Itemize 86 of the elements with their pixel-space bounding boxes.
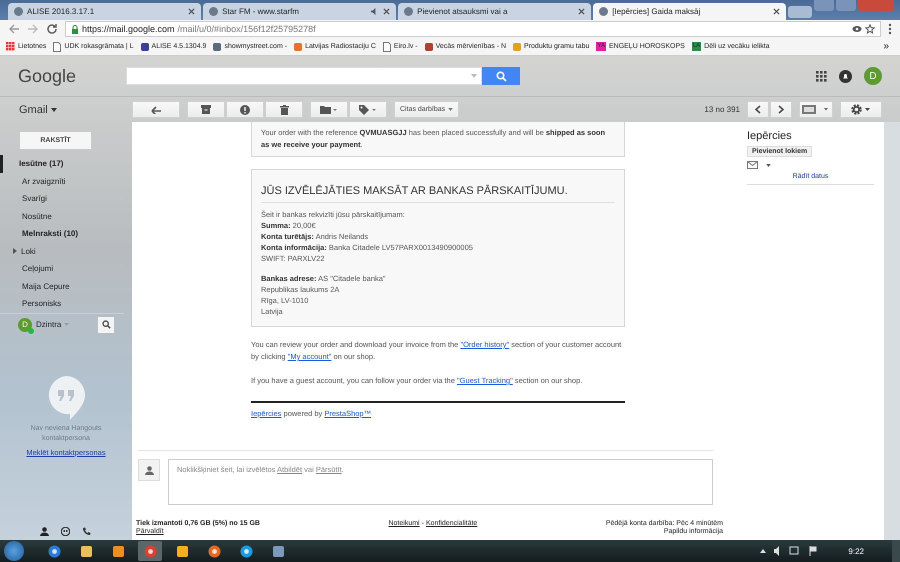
start-button[interactable] [4,541,24,561]
browser-tab[interactable]: ALISE 2016.3.17.1 [8,3,202,20]
star-icon[interactable] [865,24,875,34]
app-icon [176,544,188,558]
search-icon [496,70,506,82]
move-to-button[interactable] [310,101,348,118]
person-icon [144,466,154,474]
apps-grid-icon[interactable] [816,70,827,82]
folder-link[interactable]: Svarīgi [0,190,132,208]
envelope-icon[interactable] [747,161,758,169]
google-logo[interactable]: Google [18,66,114,86]
tag-icon [359,104,377,114]
delete-button[interactable] [265,101,303,118]
folder-link[interactable]: Melnraksti (10) [0,225,132,242]
search-field[interactable] [126,67,482,85]
address-bar[interactable]: https://mail.google.com /mail/u/0/#inbox/156f12f25795278f [65,21,881,37]
caret-icon [50,108,57,112]
settings-button[interactable] [840,101,882,118]
newer-button[interactable] [747,101,769,118]
exclamation-icon [240,104,250,114]
favicon-icon [599,7,608,16]
app-icon [240,544,252,558]
sender-name: Iepērcies [747,130,792,142]
app-icon [48,544,60,558]
search-button[interactable] [482,67,520,85]
labels-button[interactable] [349,101,387,118]
trash-icon [280,104,288,114]
archive-icon [201,105,211,114]
browser-tab[interactable]: [Iepērcies] Gaida maksāj [593,3,786,20]
back-icon[interactable] [8,23,20,35]
folder-link[interactable]: Personisks [0,295,132,312]
gmail-menu-button[interactable]: Gmail [19,104,125,116]
folder-icon [320,105,338,114]
bank-transfer-heading: JŪS IZVĒLĒJĀTIES MAKSĀT AR BANKAS PĀRSKAITĪJUMU. [261,175,615,203]
search-icon [102,320,110,329]
back-button[interactable] [132,101,180,118]
page-counter: 13 no 391 [704,105,740,114]
favicon-icon [14,7,23,16]
folder-link[interactable]: Ar zvaigznīti [0,172,132,190]
settings-icon [851,104,871,115]
person-icon[interactable] [40,527,49,536]
clock-text: 9:22 [848,546,864,556]
folder-link[interactable]: Ceļojumi [0,260,132,278]
user-name[interactable]: Dzintra [36,320,70,329]
spam-button[interactable] [226,101,264,118]
dropdown-icon[interactable] [766,164,771,166]
quote-bubble-icon [47,376,85,420]
chevron-left-icon [755,105,761,114]
hangouts-icon[interactable] [61,527,70,536]
favicon-icon [209,7,218,16]
close-icon[interactable] [188,8,196,15]
lock-icon [71,24,79,34]
keyboard-icon [802,105,830,114]
notifications-icon[interactable] [839,70,852,82]
app-icon [144,544,156,558]
scrollbar[interactable] [884,122,900,540]
input-tools-button[interactable] [799,101,833,118]
browser-tab[interactable]: Star FM - www.starfm [203,3,396,20]
search-contacts-button[interactable] [98,316,114,332]
archive-button[interactable] [187,101,225,118]
folder-link[interactable]: Loki [0,242,132,260]
close-icon[interactable] [578,8,586,15]
chevron-right-icon [778,105,784,114]
more-bookmarks-button[interactable]: » [878,41,894,52]
older-button[interactable] [770,101,792,118]
phone-icon[interactable] [82,527,91,536]
app-icon [208,544,220,558]
folder-link[interactable]: Nosūtne [0,208,132,225]
eye-icon[interactable] [852,25,862,33]
arrow-icon [150,106,162,114]
apps-grid-icon [6,42,15,51]
caret-icon [64,323,70,326]
favicon-icon [404,7,414,16]
caret-icon [448,108,454,111]
page-icon [382,42,391,52]
expand-icon[interactable] [13,248,17,254]
app-icon [112,544,124,558]
browser-tab[interactable]: Pievienot atsauksmi vai a [398,3,592,20]
app-icon [80,544,92,558]
close-icon[interactable] [383,8,390,15]
page-icon [53,42,62,52]
reload-icon[interactable] [46,23,58,35]
app-icon [272,544,284,558]
menu-icon[interactable] [888,23,892,35]
folder-link[interactable]: Maija Cepure [0,278,132,295]
close-icon[interactable] [773,8,780,15]
